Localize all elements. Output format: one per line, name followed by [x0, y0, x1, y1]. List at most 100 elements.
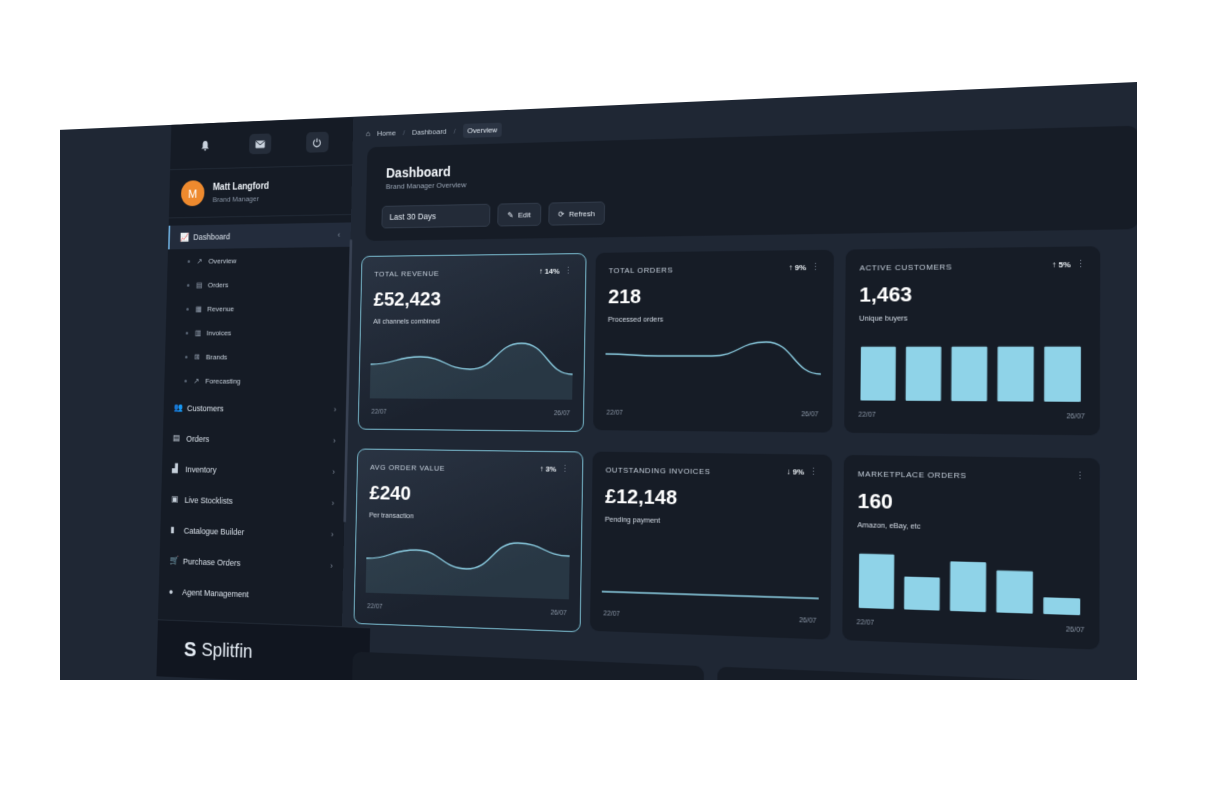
sidebar-subitem-orders[interactable]: ▤ Orders — [167, 271, 350, 297]
bullet-icon — [185, 355, 188, 358]
trend-badge: ↑ 5% — [1051, 260, 1071, 270]
bell-icon[interactable] — [194, 135, 216, 156]
bullet-icon — [185, 331, 189, 335]
sidebar-item-orders[interactable]: ▤ Orders › — [162, 423, 346, 456]
page-subtitle: Brand Manager Overview — [385, 180, 467, 191]
breadcrumb-current: Overview — [462, 122, 502, 139]
more-options-icon[interactable]: ⋮ — [564, 266, 572, 277]
x-axis-start-label: 22/07 — [371, 408, 387, 416]
sidebar-subitem-invoices[interactable]: ▥ Invoices — [165, 320, 348, 345]
clipboard-icon: ▤ — [196, 280, 203, 289]
sidebar-subitem-brands[interactable]: ⊞ Brands — [165, 344, 348, 369]
card-title: TOTAL REVENUE — [374, 269, 440, 279]
series-line — [605, 342, 821, 374]
users-icon: 👥 — [173, 402, 184, 412]
card-title: TOTAL ORDERS — [608, 265, 674, 276]
metric-card-active-customers[interactable]: ACTIVE CUSTOMERS ↑ 5% ⋮ 1,463 Unique buy… — [844, 246, 1101, 436]
refresh-label: Refresh — [568, 208, 595, 219]
clipboard-icon: ▤ — [172, 433, 181, 443]
card-caption: Per transaction — [368, 510, 414, 521]
sidebar-item-label: Agent Management — [182, 587, 249, 599]
sidebar-item-live-stocklists[interactable]: ▣ Live Stocklists › — [161, 484, 345, 519]
date-range-select[interactable]: Last 30 Days — [381, 203, 491, 229]
sidebar-item-dashboard[interactable]: 📈 Dashboard ‹ — [168, 222, 351, 250]
card-caption: Unique buyers — [859, 313, 908, 323]
breadcrumb-dashboard[interactable]: Dashboard — [412, 127, 447, 137]
sidebar-item-label: Catalogue Builder — [183, 525, 245, 537]
x-axis-end-label: 26/07 — [801, 411, 819, 419]
user-icon: ● — [168, 586, 174, 597]
cart-icon: ▦ — [195, 304, 202, 313]
x-axis-end-label: 26/07 — [550, 609, 567, 618]
metric-card-total-revenue[interactable]: TOTAL REVENUE ↑ 14% ⋮ £52,423 All channe… — [357, 253, 587, 432]
page-title: Dashboard — [385, 163, 451, 181]
user-profile[interactable]: M Matt Langford Brand Manager — [168, 165, 353, 219]
power-icon[interactable] — [305, 131, 329, 153]
chart-line-icon: 📈 — [179, 232, 190, 242]
splitfin-logo-icon: S — [183, 637, 197, 662]
chevron-left-icon: ‹ — [337, 230, 341, 240]
sidebar-subitem-revenue[interactable]: ▦ Revenue — [166, 296, 349, 321]
home-icon[interactable]: ⌂ — [366, 130, 370, 139]
card-caption: All channels combined — [373, 316, 440, 326]
more-options-icon[interactable]: ⋮ — [1075, 471, 1085, 483]
bar-2 — [949, 561, 987, 613]
sidebar-subitem-forecasting[interactable]: ↗ Forecasting — [164, 369, 348, 394]
dashboard-header: Dashboard Brand Manager Overview Last 30… — [365, 125, 1137, 241]
breadcrumb-home[interactable]: Home — [377, 129, 396, 138]
more-options-icon[interactable]: ⋮ — [561, 464, 570, 475]
trend-badge: ↑ 14% — [538, 266, 560, 276]
mail-icon[interactable] — [249, 133, 272, 155]
sidebar-item-agent-management[interactable]: ● Agent Management — [158, 576, 343, 613]
metric-card-total-orders[interactable]: TOTAL ORDERS ↑ 9% ⋮ 218 Processed orders… — [593, 249, 834, 433]
sidebar-item-label: Inventory — [185, 464, 217, 475]
more-options-icon[interactable]: ⋮ — [1076, 259, 1086, 270]
app-viewport: M Matt Langford Brand Manager 📈 Dashboar… — [60, 82, 1137, 680]
card-title: AVG ORDER VALUE — [370, 462, 446, 473]
bottom-panel-left — [351, 651, 704, 680]
edit-button[interactable]: ✎ Edit — [497, 202, 541, 227]
more-options-icon[interactable]: ⋮ — [809, 467, 818, 478]
sidebar-item-label: Overview — [208, 256, 237, 265]
metric-card-avg-order-value[interactable]: AVG ORDER VALUE ↑ 3% ⋮ £240 Per transact… — [353, 448, 584, 633]
revenue-area-chart — [369, 332, 573, 400]
sidebar-item-catalogue-builder[interactable]: ▮ Catalogue Builder › — [160, 514, 344, 550]
bottom-panel-right — [716, 666, 1137, 680]
sidebar-subitem-overview[interactable]: ↗ Overview — [167, 247, 350, 273]
chevron-right-icon: › — [333, 404, 337, 414]
more-options-icon[interactable]: ⋮ — [811, 262, 820, 273]
chevron-right-icon: › — [331, 497, 335, 508]
dashboard-app: M Matt Langford Brand Manager 📈 Dashboar… — [124, 82, 1137, 680]
bar-4 — [1043, 597, 1081, 616]
bar-2 — [951, 346, 988, 402]
x-axis-start-label: 22/07 — [367, 603, 383, 611]
sidebar-item-inventory[interactable]: ▟ Inventory › — [162, 453, 346, 487]
breadcrumb-separator: / — [453, 126, 456, 136]
sidebar: M Matt Langford Brand Manager 📈 Dashboar… — [156, 117, 371, 680]
x-axis-end-label: 26/07 — [799, 617, 817, 625]
sidebar-item-customers[interactable]: 👥 Customers › — [163, 392, 347, 424]
metric-card-marketplace-orders[interactable]: MARKETPLACE ORDERS ⋮ 160 Amazon, eBay, e… — [842, 454, 1100, 650]
card-caption: Pending payment — [604, 514, 661, 525]
bar-1 — [904, 576, 940, 611]
metric-card-outstanding-invoices[interactable]: OUTSTANDING INVOICES ↓ 9% ⋮ £12,148 Pend… — [589, 451, 833, 640]
breadcrumb-separator: / — [402, 128, 405, 137]
boxes-icon: ▟ — [171, 463, 178, 473]
x-axis-end-label: 26/07 — [1065, 626, 1085, 635]
chevron-right-icon: › — [332, 435, 336, 445]
brand-name: Splitfin — [201, 639, 253, 663]
chevron-right-icon: › — [330, 560, 333, 571]
pencil-icon: ✎ — [507, 210, 514, 220]
sidebar-item-label: Invoices — [206, 328, 232, 337]
sidebar-item-label: Revenue — [207, 304, 235, 313]
customers-bar-chart — [860, 346, 1081, 402]
user-name: Matt Langford — [212, 180, 270, 193]
edit-label: Edit — [517, 210, 531, 219]
warehouse-icon: ▣ — [171, 494, 179, 504]
card-value: 160 — [857, 489, 893, 514]
refresh-button[interactable]: ⟳ Refresh — [547, 201, 606, 226]
card-title: OUTSTANDING INVOICES — [605, 465, 711, 477]
trend-badge: ↑ 9% — [788, 263, 807, 273]
card-value: £52,423 — [373, 288, 442, 311]
card-caption: Amazon, eBay, etc — [857, 520, 921, 531]
